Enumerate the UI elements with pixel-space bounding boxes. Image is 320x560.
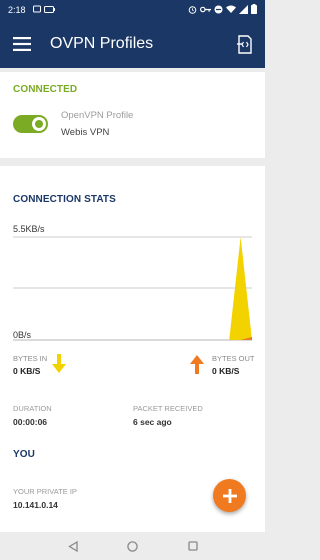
you-section-title: YOU [13,449,35,460]
signal-icon [239,4,248,16]
page-title: OVPN Profiles [50,35,154,52]
profile-name: OpenVPN Profile [61,110,134,121]
download-arrow-icon [52,354,66,379]
vpn-key-icon [199,5,211,15]
packet-received-label: PACKET RECEIVED [133,404,203,413]
wifi-icon [226,5,236,15]
alarm-icon [188,5,197,16]
chart-y-tick-min: 0B/s [13,330,32,340]
connected-section-title: CONNECTED [13,84,78,95]
hamburger-menu-icon[interactable] [0,20,44,68]
private-ip-value: 10.141.0.14 [13,500,58,510]
packet-received-value: 6 sec ago [133,417,172,427]
do-not-disturb-icon [214,5,223,16]
plus-icon [222,488,237,503]
upload-arrow-icon [190,354,204,379]
bytes-in-label: BYTES IN [13,354,48,363]
add-profile-button[interactable] [213,479,246,512]
chart-y-tick-max: 5.5KB/s [13,224,45,234]
profile-server: Webis VPN [61,127,110,138]
connection-stats-title: CONNECTION STATS [13,194,116,205]
bytes-out-value: 0 KB/S [212,366,240,376]
vpn-connection-toggle[interactable] [13,115,48,133]
battery-icon [251,4,257,16]
toggle-knob [32,117,46,131]
system-nav-bar [0,532,265,560]
private-ip-label: YOUR PRIVATE IP [13,487,77,496]
duration-value: 00:00:06 [13,417,48,427]
back-icon[interactable] [66,539,80,553]
status-time: 2:18 [8,5,26,15]
home-icon[interactable] [126,539,140,553]
import-profile-icon[interactable] [223,20,265,68]
bandwidth-chart [13,236,252,341]
status-bar: 2:18 [0,0,265,20]
duration-label: DURATION [13,404,52,413]
chart-series-0-area [13,237,252,340]
bytes-out-label: BYTES OUT [212,354,255,363]
battery-saver-icon [43,5,55,15]
connected-card: CONNECTED OpenVPN Profile Webis VPN [0,72,265,158]
chart-series-1-area [13,336,252,340]
app-bar: OVPN Profiles [0,20,265,68]
notification-icon [32,5,41,15]
bytes-in-value: 0 KB/S [13,366,41,376]
recents-icon[interactable] [186,539,200,553]
connection-stats-card: CONNECTION STATS 5.5KB/s 0B/s BYTES IN 0… [0,166,265,436]
